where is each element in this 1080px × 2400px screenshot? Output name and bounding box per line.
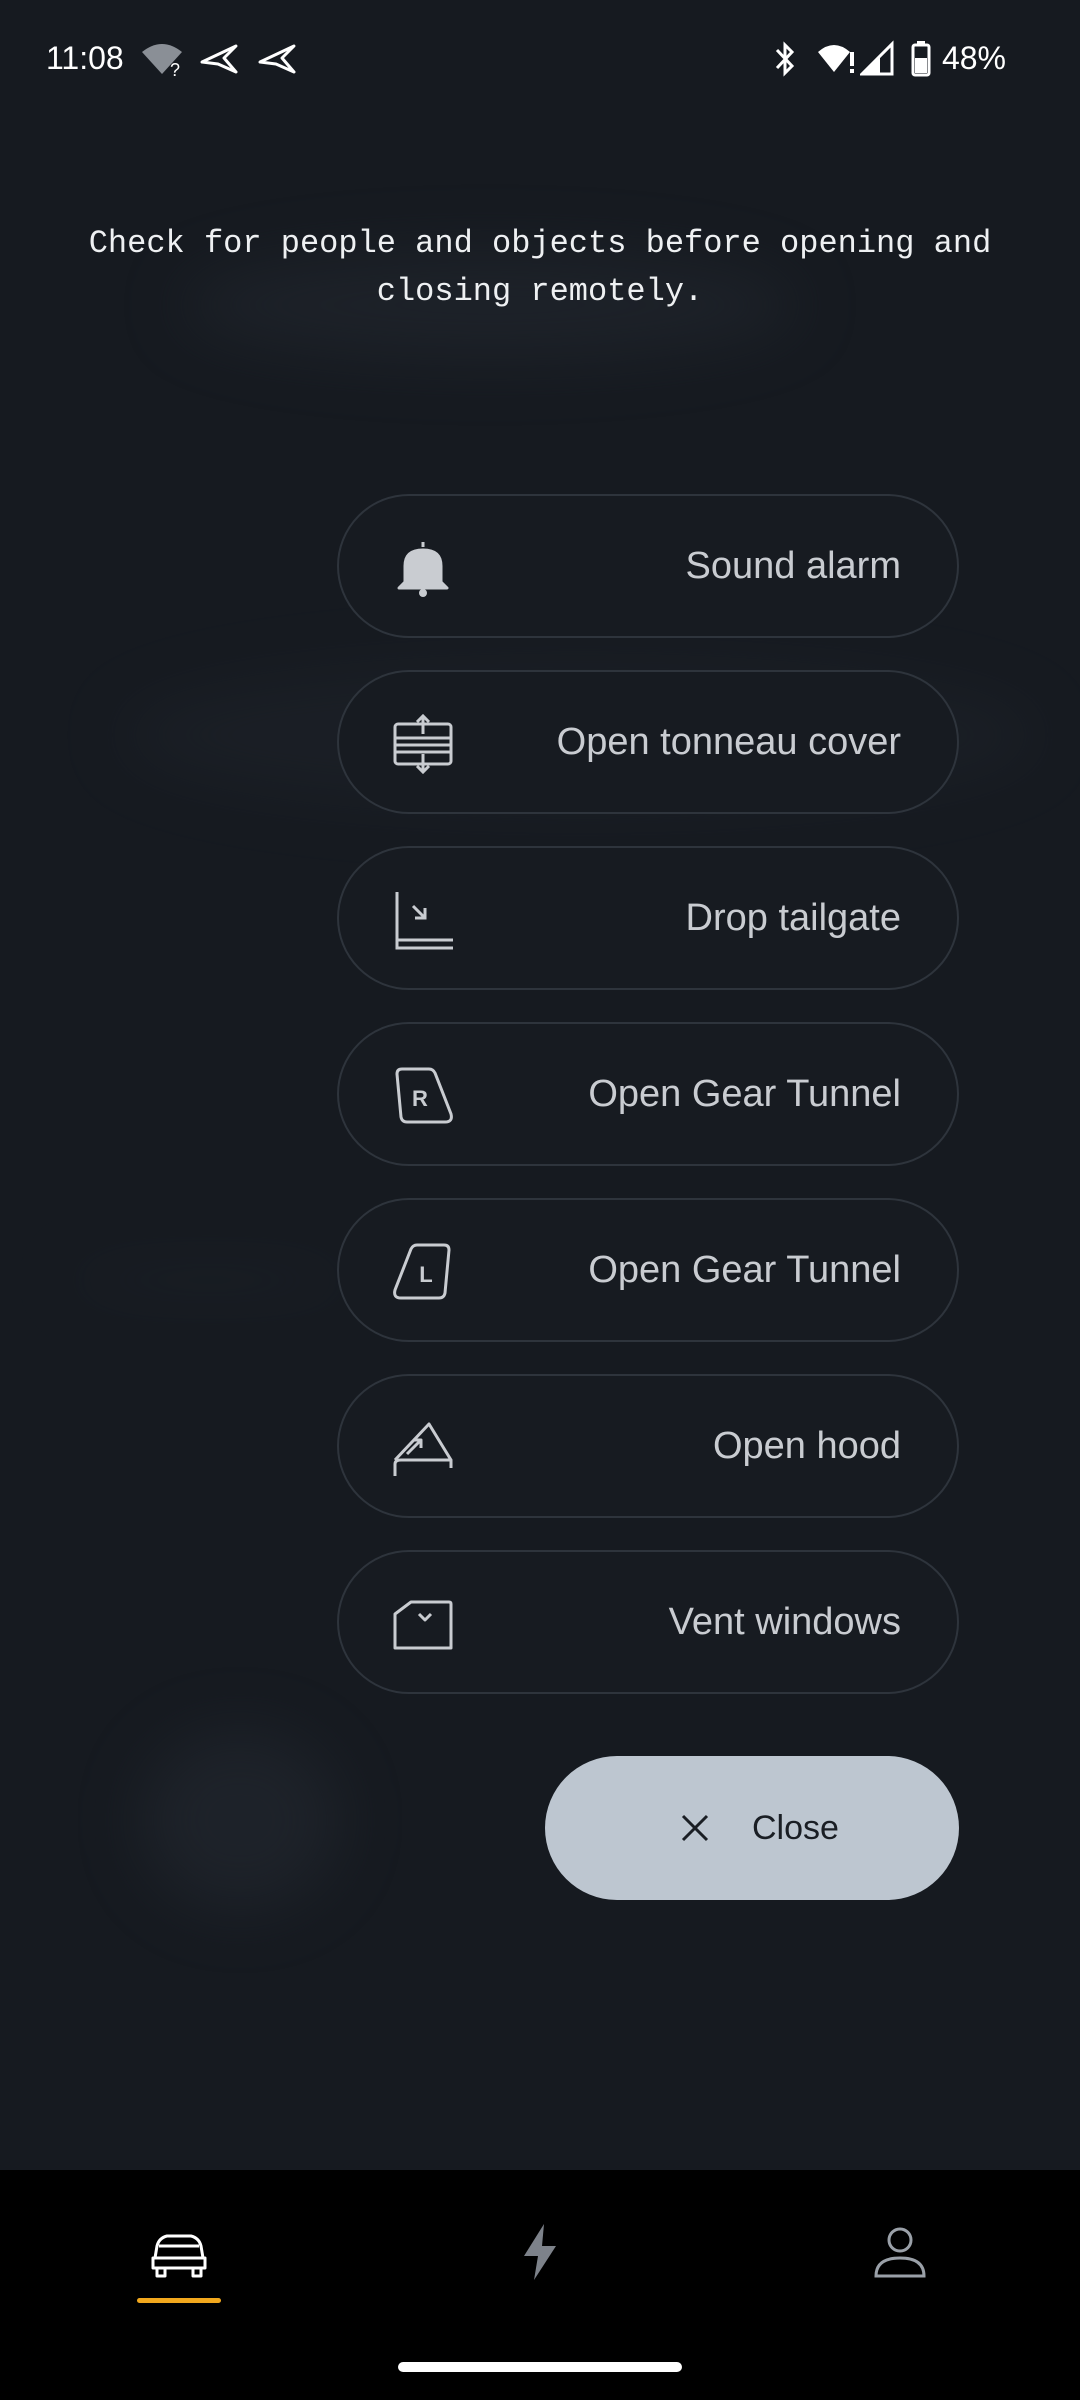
bluetooth-icon [770,40,800,78]
open-tonneau-cover-button[interactable]: Open tonneau cover [337,670,959,814]
vent-windows-button[interactable]: Vent windows [337,1550,959,1694]
background-blur [60,1260,360,1300]
nav-item-charging[interactable] [480,2210,600,2320]
bell-icon [391,538,455,598]
nav-item-vehicle[interactable] [119,2210,239,2320]
action-label: Open tonneau cover [556,721,901,763]
battery-percentage: 48% [941,40,1006,76]
app-notification-icon [198,40,240,78]
active-tab-indicator [137,2298,221,2303]
action-label: Sound alarm [685,545,901,587]
charging-icon [524,2224,556,2280]
svg-text:L: L [419,1262,432,1287]
sound-alarm-button[interactable]: Sound alarm [337,494,959,638]
open-gear-tunnel-right-button[interactable]: R Open Gear Tunnel [337,1022,959,1166]
tonneau-cover-icon [391,713,455,775]
action-label: Open Gear Tunnel [588,1249,901,1291]
vehicle-controls-screen: 11:08 ? 48% Check for people and objects… [0,0,1080,2400]
status-bar: 11:08 ? 48% [0,0,1080,120]
vehicle-icon [151,2234,207,2278]
profile-icon [874,2227,926,2278]
gear-tunnel-left-icon: L [391,1242,455,1302]
cellular-signal-icon [858,40,896,78]
vent-windows-icon [391,1594,455,1654]
safety-warning: Check for people and objects before open… [88,225,992,310]
action-label: Open Gear Tunnel [588,1073,901,1115]
wifi-question-icon: ? [140,40,184,80]
hood-icon [391,1418,455,1478]
close-button[interactable]: Close [545,1756,959,1900]
action-label: Vent windows [668,1601,901,1643]
home-gesture-handle[interactable] [398,2362,682,2372]
nav-item-profile[interactable] [840,2210,960,2320]
status-time: 11:08 [46,40,124,76]
svg-text:?: ? [170,60,180,78]
background-blur [140,1730,340,1910]
open-gear-tunnel-left-button[interactable]: L Open Gear Tunnel [337,1198,959,1342]
app-notification-icon [256,40,298,78]
open-hood-button[interactable]: Open hood [337,1374,959,1518]
wifi-alert-icon [816,40,856,78]
close-label: Close [752,1809,839,1847]
remote-actions-list: Sound alarm Open tonneau cover Drop tail… [337,494,959,1726]
gear-tunnel-right-icon: R [391,1066,455,1126]
action-label: Drop tailgate [685,897,901,939]
close-icon [675,1808,715,1848]
drop-tailgate-button[interactable]: Drop tailgate [337,846,959,990]
action-label: Open hood [712,1425,901,1467]
battery-icon [910,40,932,78]
svg-text:R: R [412,1086,428,1111]
tailgate-icon [391,890,455,950]
